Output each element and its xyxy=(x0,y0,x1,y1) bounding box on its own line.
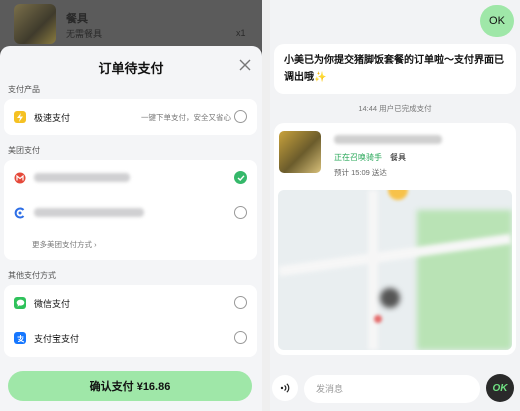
sound-wave-icon xyxy=(280,383,290,393)
background-order-item: 餐具 无需餐具 x1 xyxy=(0,0,262,50)
alipay-label: 支付宝支付 xyxy=(34,334,80,344)
payment-sheet: 订单待支付 支付产品 极速支付 一键下单支付，安全又省心 美团支付 更多美团支付… xyxy=(0,46,262,411)
meituan-pay-radio-2[interactable] xyxy=(234,206,247,219)
payment-pane: 餐具 无需餐具 x1 订单待支付 支付产品 极速支付 一键下单支付，安全又省心 … xyxy=(0,0,262,411)
section-label-product: 支付产品 xyxy=(8,85,40,94)
express-pay-hint: 一键下单支付，安全又省心 xyxy=(141,113,231,122)
sheet-title: 订单待支付 xyxy=(98,61,164,76)
map-road xyxy=(368,190,378,350)
item-subtitle: 无需餐具 xyxy=(66,29,103,39)
map-park-area xyxy=(417,210,512,350)
voice-input-button[interactable] xyxy=(272,375,298,401)
obscured-order-title xyxy=(334,135,442,144)
payment-completed-note: 14:44 用户已完成支付 xyxy=(358,104,432,113)
alipay-option[interactable]: 支付宝支付 xyxy=(4,323,257,353)
item-title: 餐具 xyxy=(66,13,88,25)
meituan-pay-radio-1-checked[interactable] xyxy=(234,171,247,184)
map-destination-marker xyxy=(374,315,382,323)
order-eta: 预计 15:09 送达 xyxy=(334,168,387,177)
delivery-map[interactable] xyxy=(278,190,512,350)
item-thumbnail xyxy=(14,4,56,44)
section-label-other: 其他支付方式 xyxy=(8,271,56,280)
order-thumbnail xyxy=(279,131,321,173)
chat-input-bar: OK xyxy=(270,366,520,411)
express-pay-option[interactable]: 极速支付 一键下单支付，安全又省心 xyxy=(4,102,257,132)
express-pay-radio[interactable] xyxy=(234,110,247,123)
item-quantity: x1 xyxy=(236,28,246,38)
order-status-card[interactable]: 正在召唤骑手 餐具 预计 15:09 送达 xyxy=(274,123,516,355)
order-item-tag: 餐具 xyxy=(390,153,406,162)
chat-pane: OK 小美已为你提交猪脚饭套餐的订单啦～支付界面已调出哦✨ 14:44 用户已完… xyxy=(270,0,520,411)
meituan-pay-card: 更多美团支付方式 › xyxy=(4,160,257,260)
ok-send-button[interactable]: OK xyxy=(486,374,514,402)
map-rider-marker xyxy=(380,288,400,308)
obscured-account-2 xyxy=(34,208,144,217)
confirm-pay-button[interactable]: 确认支付 ¥16.86 xyxy=(8,371,252,401)
message-input[interactable] xyxy=(304,375,480,403)
bank-card-icon xyxy=(14,207,26,219)
wechat-pay-radio[interactable] xyxy=(234,296,247,309)
user-message-bubble: OK xyxy=(480,5,514,37)
express-pay-label: 极速支付 xyxy=(34,113,71,123)
more-meituan-methods-link[interactable]: 更多美团支付方式 › xyxy=(32,239,97,250)
map-store-pin xyxy=(388,190,408,200)
section-label-meituan: 美团支付 xyxy=(8,146,40,155)
meituan-bank-icon xyxy=(14,172,26,184)
close-icon[interactable] xyxy=(238,58,252,72)
meituan-pay-option-2[interactable] xyxy=(4,198,257,228)
ok-button-label: OK xyxy=(492,382,508,394)
alipay-radio[interactable] xyxy=(234,331,247,344)
lightning-icon xyxy=(14,111,26,123)
alipay-icon xyxy=(14,332,26,344)
assistant-message-bubble: 小美已为你提交猪脚饭套餐的订单啦～支付界面已调出哦✨ xyxy=(274,44,516,94)
wechat-pay-label: 微信支付 xyxy=(34,299,71,309)
order-status-text: 正在召唤骑手 xyxy=(334,153,382,162)
pane-divider xyxy=(262,0,270,411)
express-pay-card: 极速支付 一键下单支付，安全又省心 xyxy=(4,99,257,135)
wechat-icon xyxy=(14,297,26,309)
other-pay-card: 微信支付 支付宝支付 xyxy=(4,285,257,357)
wechat-pay-option[interactable]: 微信支付 xyxy=(4,288,257,318)
obscured-account-1 xyxy=(34,173,130,182)
meituan-pay-option-1[interactable] xyxy=(4,163,257,193)
